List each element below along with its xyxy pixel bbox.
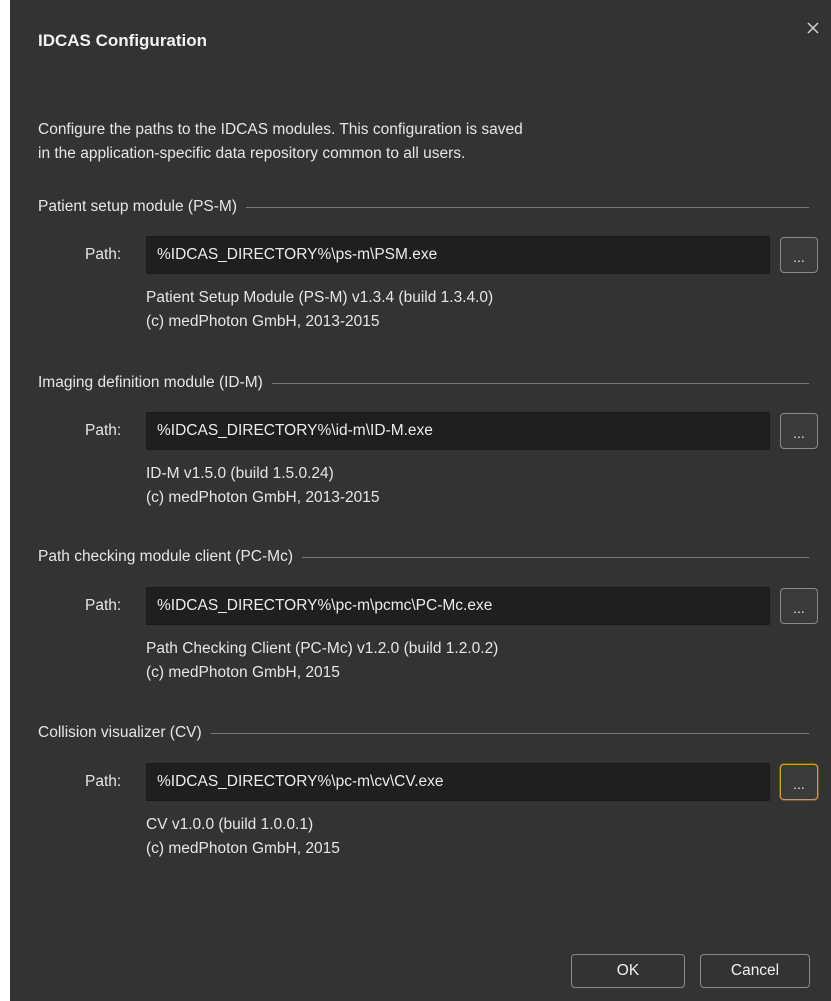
group-label-ps-m: Patient setup module (PS-M) xyxy=(38,198,238,215)
path-input-ps-m[interactable] xyxy=(146,236,770,274)
group-divider xyxy=(210,732,809,734)
module-info-cv: CV v1.0.0 (build 1.0.0.1) (c) medPhoton … xyxy=(146,813,746,861)
path-label-ps-m: Path: xyxy=(85,246,122,263)
module-info-pc-mc: Path Checking Client (PC-Mc) v1.2.0 (bui… xyxy=(146,637,746,685)
group-label-cv: Collision visualizer (CV) xyxy=(38,724,202,741)
browse-button-id-m[interactable]: ... xyxy=(780,413,818,449)
browse-button-ps-m[interactable]: ... xyxy=(780,237,818,273)
description-line-2: in the application-specific data reposit… xyxy=(38,145,466,162)
description-line-1: Configure the paths to the IDCAS modules… xyxy=(38,121,523,138)
group-divider xyxy=(271,382,809,384)
module-info-ps-m: Patient Setup Module (PS-M) v1.3.4 (buil… xyxy=(146,286,746,334)
group-label-pc-mc: Path checking module client (PC-Mc) xyxy=(38,548,293,565)
group-title-cv: Collision visualizer (CV) xyxy=(38,722,809,744)
close-button[interactable] xyxy=(801,16,825,40)
path-label-cv: Path: xyxy=(85,773,122,790)
module-version-cv: CV v1.0.0 (build 1.0.0.1) xyxy=(146,816,314,833)
path-input-pc-mc[interactable] xyxy=(146,587,770,625)
module-version-id-m: ID-M v1.5.0 (build 1.5.0.24) xyxy=(146,465,334,482)
idcas-configuration-dialog: IDCAS Configuration Configure the paths … xyxy=(10,0,831,1001)
module-copyright-cv: (c) medPhoton GmbH, 2015 xyxy=(146,840,340,857)
group-title-pc-mc: Path checking module client (PC-Mc) xyxy=(38,546,809,568)
group-divider xyxy=(246,206,809,208)
module-copyright-id-m: (c) medPhoton GmbH, 2013-2015 xyxy=(146,489,380,506)
group-divider xyxy=(302,556,809,558)
path-label-id-m: Path: xyxy=(85,422,122,439)
group-label-id-m: Imaging definition module (ID-M) xyxy=(38,374,263,391)
cancel-button[interactable]: Cancel xyxy=(700,954,810,988)
module-copyright-pc-mc: (c) medPhoton GmbH, 2015 xyxy=(146,664,340,681)
path-input-id-m[interactable] xyxy=(146,412,770,450)
module-version-pc-mc: Path Checking Client (PC-Mc) v1.2.0 (bui… xyxy=(146,640,499,657)
browse-button-cv[interactable]: ... xyxy=(780,764,818,800)
dialog-description: Configure the paths to the IDCAS modules… xyxy=(38,118,678,166)
ok-button[interactable]: OK xyxy=(571,954,685,988)
browse-button-pc-mc[interactable]: ... xyxy=(780,588,818,624)
path-input-cv[interactable] xyxy=(146,763,770,801)
group-title-id-m: Imaging definition module (ID-M) xyxy=(38,372,809,394)
module-version-ps-m: Patient Setup Module (PS-M) v1.3.4 (buil… xyxy=(146,289,494,306)
dialog-title: IDCAS Configuration xyxy=(38,31,208,50)
module-copyright-ps-m: (c) medPhoton GmbH, 2013-2015 xyxy=(146,313,380,330)
group-title-ps-m: Patient setup module (PS-M) xyxy=(38,196,809,218)
module-info-id-m: ID-M v1.5.0 (build 1.5.0.24) (c) medPhot… xyxy=(146,462,746,510)
close-icon xyxy=(807,22,819,34)
path-label-pc-mc: Path: xyxy=(85,597,122,614)
